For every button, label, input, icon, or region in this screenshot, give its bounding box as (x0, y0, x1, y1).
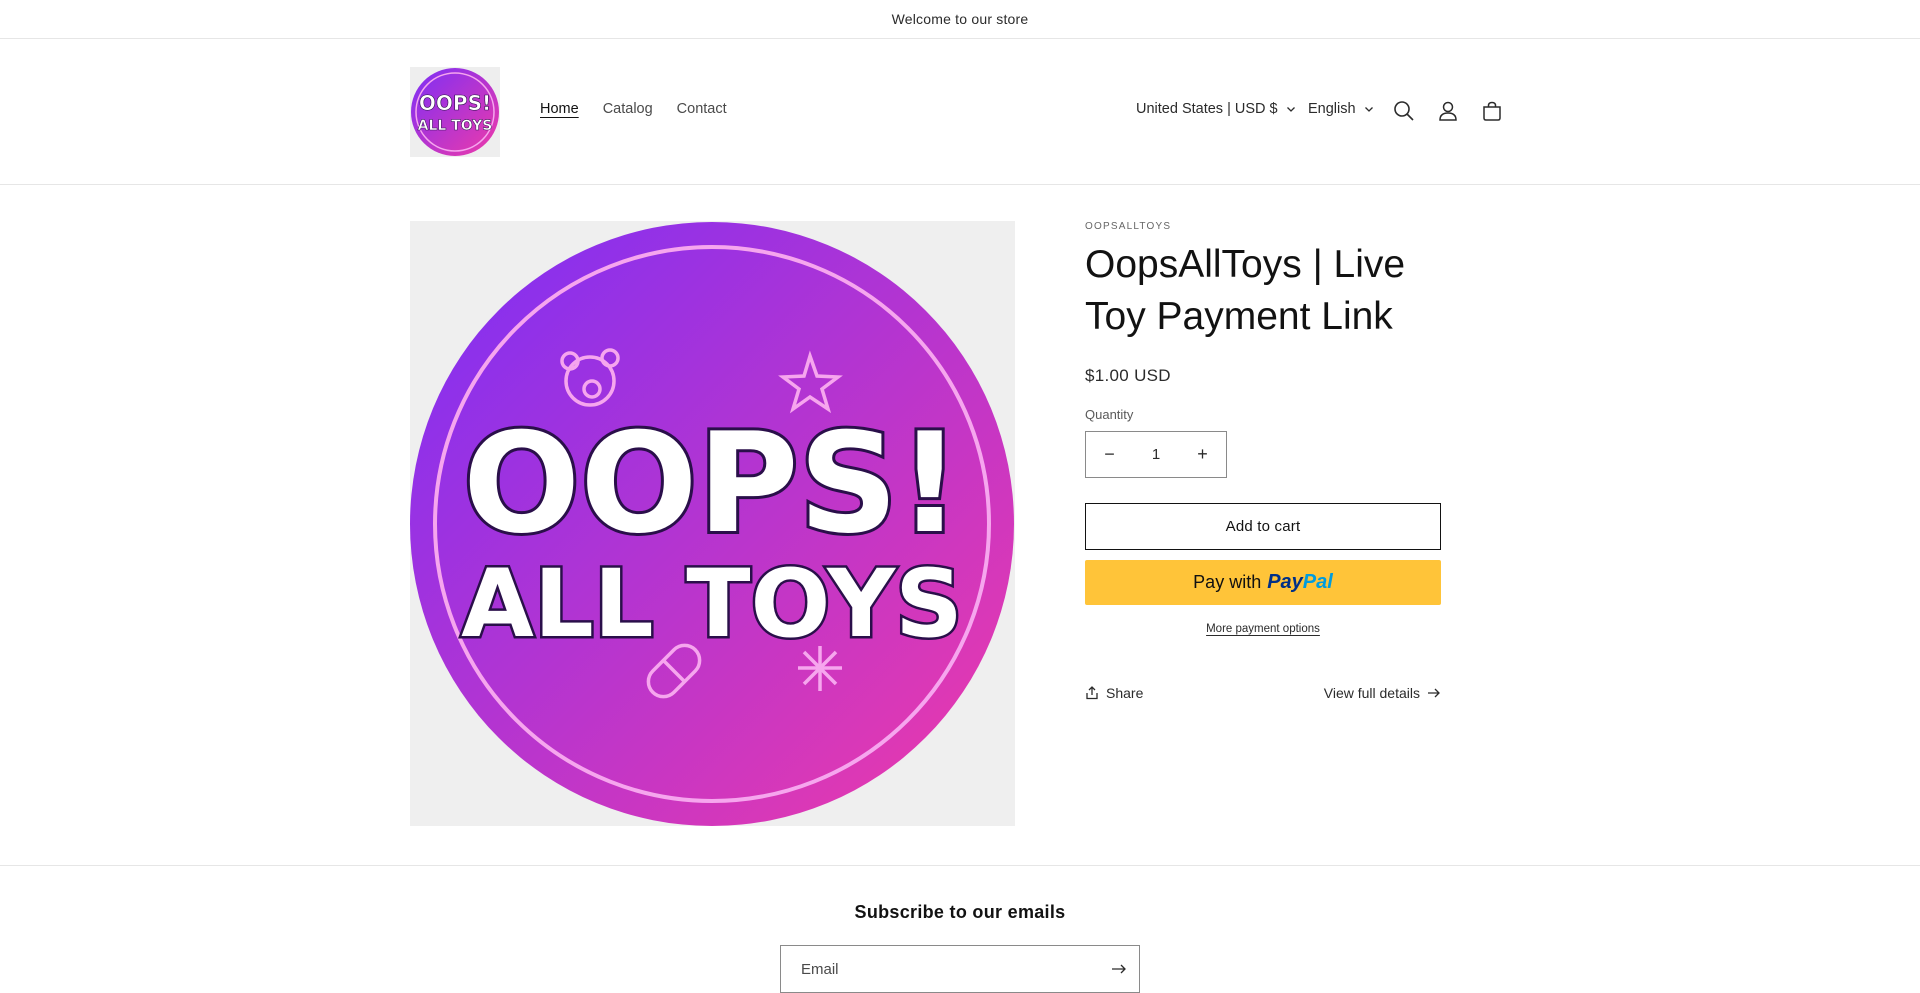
chevron-down-icon (1286, 107, 1295, 112)
account-button[interactable] (1436, 99, 1460, 123)
product-title: OopsAllToys | Live Toy Payment Link (1085, 243, 1406, 338)
account-icon (1439, 101, 1457, 121)
announcement-bar: Welcome to our store (0, 0, 1920, 39)
paypal-logo: PayPal (1267, 571, 1333, 594)
logo-text-2: ALL TOYS (418, 118, 493, 134)
share-button[interactable]: Share (1085, 685, 1143, 701)
paypal-logo-part-2: Pal (1302, 571, 1333, 593)
language-selector[interactable]: English (1308, 101, 1374, 117)
view-full-details-link[interactable]: View full details (1324, 685, 1441, 701)
search-icon (1394, 101, 1414, 121)
section-divider (0, 865, 1920, 866)
share-label: Share (1106, 685, 1144, 701)
store-logo[interactable]: OOPS! ALL TOYS (410, 67, 500, 157)
logo-badge-icon: OOPS! ALL TOYS (411, 68, 499, 156)
chevron-down-icon (1364, 107, 1373, 112)
logo-text-1: OOPS! (419, 91, 491, 115)
add-to-cart-button[interactable]: Add to cart (1085, 503, 1441, 550)
product-image-text-2: ALL TOYS (461, 550, 963, 659)
nav-home[interactable]: Home (540, 101, 579, 117)
newsletter-title: Subscribe to our emails (854, 902, 1066, 922)
nav-contact[interactable]: Contact (677, 101, 727, 117)
product-vendor: OOPSALLTOYS (1085, 221, 1172, 232)
country-selector[interactable]: United States | USD $ (1136, 101, 1296, 117)
product-image-text-1: OOPS! (463, 403, 961, 564)
product-actions: Share View full details (1085, 685, 1441, 701)
site-header: OOPS! ALL TOYS Home Catalog Contact Unit… (0, 39, 1920, 185)
view-details-label: View full details (1323, 685, 1420, 701)
more-payment-options-link[interactable]: More payment options (1085, 623, 1441, 635)
submit-arrow-icon[interactable] (1111, 963, 1127, 975)
product-price: $1.00 USD (1085, 366, 1171, 385)
search-button[interactable] (1392, 99, 1416, 123)
email-field[interactable]: Email (780, 945, 1140, 993)
product-info: OOPSALLTOYS OopsAllToys | Live Toy Payme… (1085, 221, 1441, 701)
paypal-button[interactable]: Pay with PayPal (1085, 560, 1441, 605)
product-logo-image: OOPS! ALL TOYS (410, 222, 1014, 826)
country-label: United States | USD $ (1136, 101, 1278, 117)
quantity-increase-button[interactable]: + (1179, 432, 1226, 477)
paypal-logo-part-1: Pay (1267, 571, 1303, 593)
cart-icon (1483, 101, 1501, 121)
cart-button[interactable] (1480, 99, 1504, 123)
paypal-prefix: Pay with (1193, 572, 1262, 592)
language-label: English (1308, 101, 1356, 117)
main-nav: Home Catalog Contact (540, 101, 727, 117)
announcement-text: Welcome to our store (891, 11, 1029, 27)
quantity-stepper: − 1 + (1085, 431, 1227, 478)
quantity-decrease-button[interactable]: − (1086, 432, 1133, 477)
product-image[interactable]: OOPS! ALL TOYS (410, 221, 1015, 826)
quantity-label: Quantity (1085, 407, 1134, 422)
email-placeholder: Email (801, 960, 839, 978)
nav-catalog[interactable]: Catalog (603, 101, 653, 117)
arrow-right-icon (1428, 688, 1440, 698)
quantity-input[interactable]: 1 (1152, 446, 1160, 463)
share-icon (1086, 686, 1098, 700)
